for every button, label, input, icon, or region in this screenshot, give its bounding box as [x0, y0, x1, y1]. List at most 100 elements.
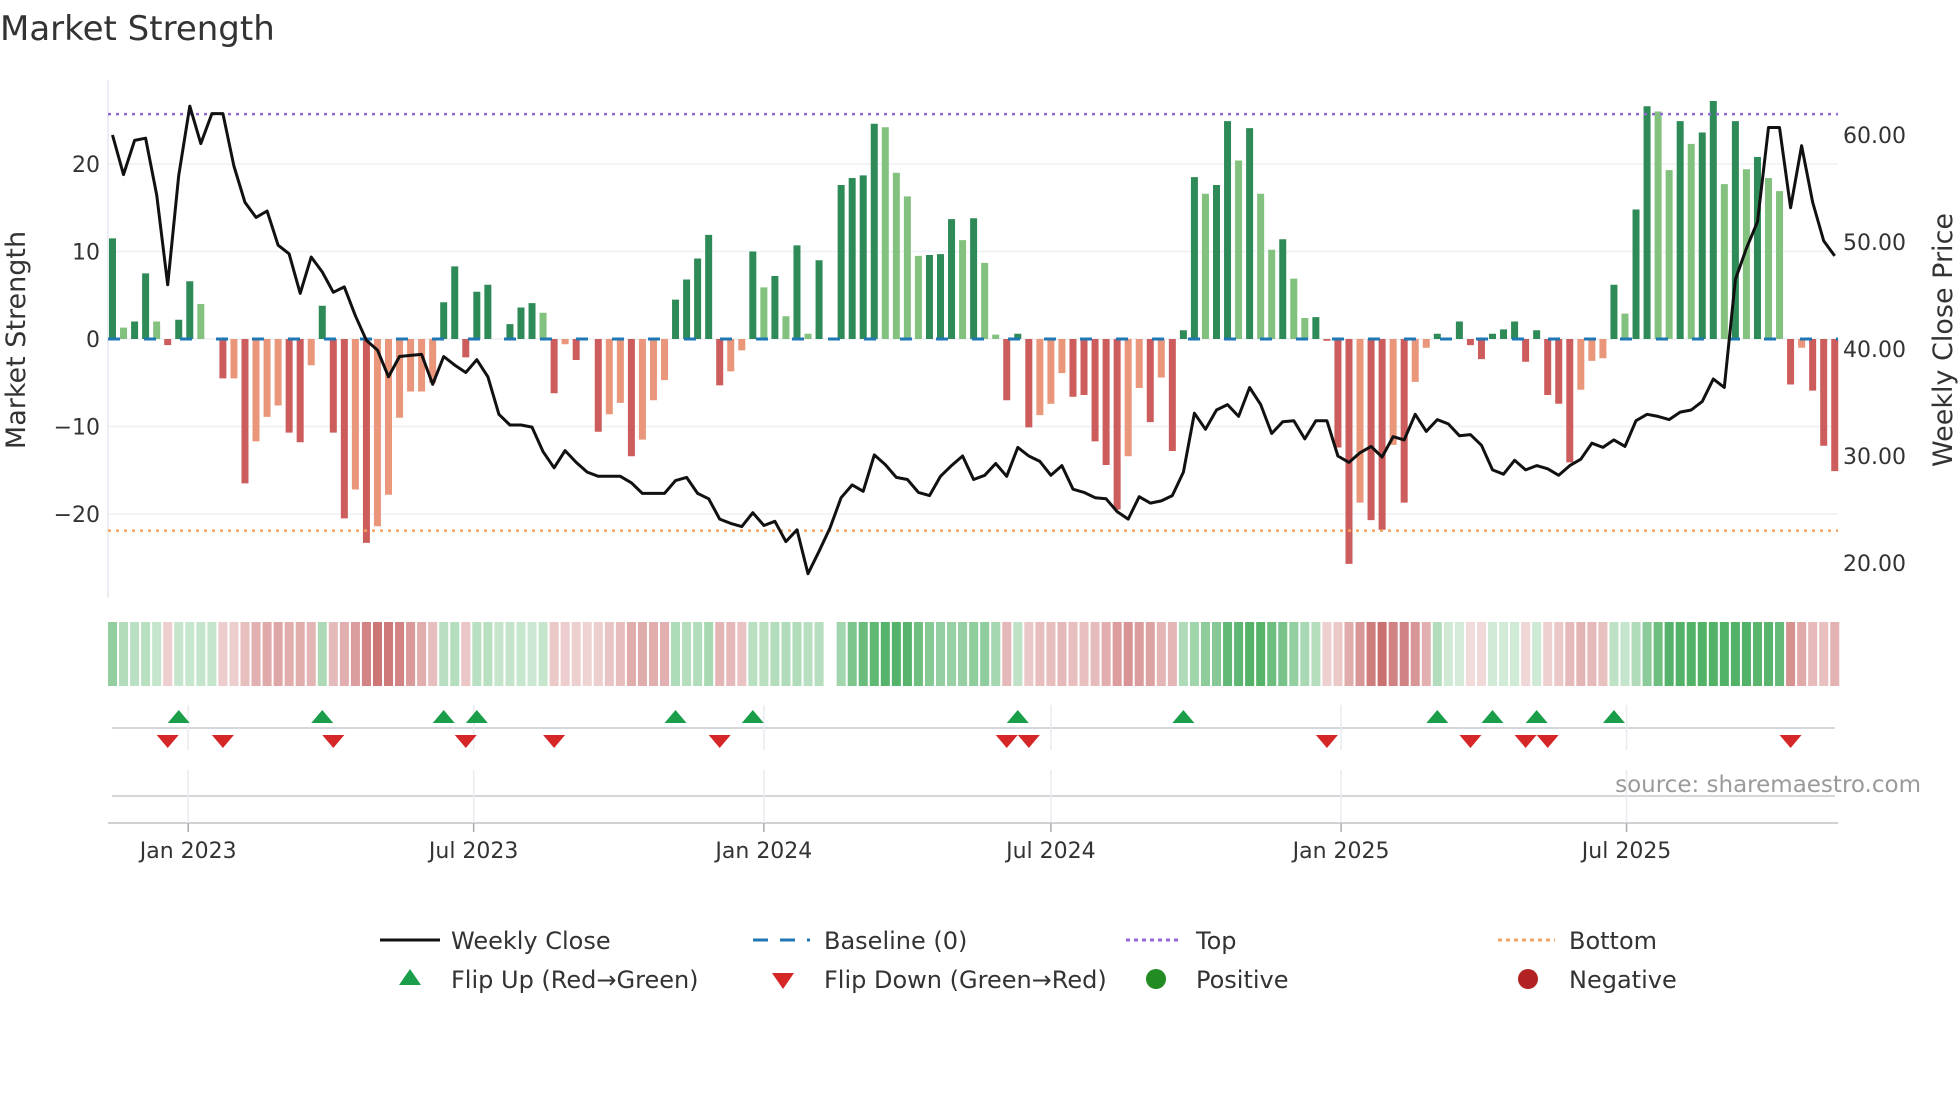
heat-cell — [450, 622, 460, 686]
positive-bar — [1246, 128, 1254, 339]
positive-bar — [1776, 191, 1784, 339]
negative-bar — [561, 339, 569, 345]
positive-bar — [782, 316, 790, 339]
negative-bar — [1058, 339, 1066, 374]
heat-cell — [483, 622, 493, 686]
flip-up-triangle-icon — [432, 710, 455, 723]
negative-bar — [594, 339, 602, 432]
heat-cell — [1664, 622, 1674, 686]
negative-bar — [1422, 339, 1430, 348]
right-axis-ticks: 60.00 50.00 40.00 30.00 20.00 — [1843, 124, 1906, 577]
positive-bar — [1257, 193, 1265, 339]
positive-bar — [1533, 330, 1541, 339]
heat-cell — [1388, 622, 1398, 686]
heat-cell — [1289, 622, 1299, 686]
heat-cell — [858, 622, 868, 686]
positive-bar — [992, 334, 1000, 339]
legend-item-bottom[interactable]: Bottom — [1498, 927, 1657, 955]
heat-cell — [1609, 622, 1619, 686]
heat-cell — [350, 622, 360, 686]
heat-cell — [1189, 622, 1199, 686]
lower-panel-grid — [108, 705, 1838, 832]
positive-bar — [1632, 209, 1640, 339]
legend-item-flip-up[interactable]: Flip Up (Red→Green) — [399, 966, 699, 994]
heat-cell — [902, 622, 912, 686]
flip-up-triangle-icon — [167, 710, 190, 723]
negative-bar — [616, 339, 624, 403]
heat-cell — [1443, 622, 1453, 686]
positive-bar — [1500, 329, 1508, 339]
flip-down-triangle-icon — [322, 735, 345, 748]
heat-cell — [1156, 622, 1166, 686]
heat-cell — [1112, 622, 1122, 686]
negative-bar — [1367, 339, 1375, 521]
legend-item-top[interactable]: Top — [1126, 927, 1237, 955]
x-tick-label: Jan 2025 — [1291, 839, 1390, 864]
positive-bar — [1511, 321, 1519, 339]
heat-cell — [1797, 622, 1807, 686]
heat-cell — [781, 622, 791, 686]
strength-heat-strip — [108, 622, 1840, 686]
y2-axis-title: Weekly Close Price — [1928, 213, 1959, 467]
positive-bar — [981, 262, 989, 339]
positive-bar — [473, 291, 481, 339]
legend-item-flip-down[interactable]: Flip Down (Green→Red) — [772, 966, 1107, 994]
heat-cell — [1697, 622, 1707, 686]
flip-down-triangle-icon — [1315, 735, 1338, 748]
negative-bar — [1135, 339, 1143, 388]
legend-label: Flip Down (Green→Red) — [824, 966, 1107, 994]
positive-bar — [1312, 317, 1320, 339]
heat-cell — [1057, 622, 1067, 686]
heat-cell — [1775, 622, 1785, 686]
flip-down-triangle-icon — [1017, 735, 1040, 748]
heat-cell — [1134, 622, 1144, 686]
legend-item-weekly-close[interactable]: Weekly Close — [380, 927, 611, 955]
heat-cell — [626, 622, 636, 686]
heat-cell — [1565, 622, 1575, 686]
heat-cell — [549, 622, 559, 686]
heat-cell — [1267, 622, 1277, 686]
heat-cell — [1046, 622, 1056, 686]
heat-cell — [604, 622, 614, 686]
heat-cell — [417, 622, 427, 686]
negative-bar — [1555, 339, 1563, 404]
positive-bar — [451, 266, 459, 339]
legend-item-positive[interactable]: Positive — [1146, 966, 1289, 994]
chart-title: Market Strength — [0, 9, 275, 49]
negative-bar — [1787, 339, 1795, 385]
heat-cell — [593, 622, 603, 686]
x-axis-ticks: Jan 2023 Jul 2023 Jan 2024 Jul 2024 Jan … — [138, 839, 1672, 864]
heat-cell — [317, 622, 327, 686]
positive-bar — [870, 123, 878, 339]
negative-bar — [285, 339, 293, 433]
heat-cell — [395, 622, 405, 686]
negative-bar — [572, 339, 580, 360]
negative-bar — [385, 339, 392, 495]
heat-cell — [891, 622, 901, 686]
legend-label: Negative — [1569, 966, 1677, 994]
y-tick-label: −10 — [54, 416, 100, 441]
positive-bar — [186, 281, 194, 339]
positive-bar — [848, 178, 856, 339]
negative-bar — [1466, 339, 1474, 346]
flip-up-triangle-icon — [1602, 710, 1625, 723]
positive-bar — [1621, 313, 1629, 339]
heat-cell — [1178, 622, 1188, 686]
heat-cell — [384, 622, 394, 686]
negative-bar — [252, 339, 260, 442]
heat-cell — [969, 622, 979, 686]
legend-item-baseline[interactable]: Baseline (0) — [753, 927, 967, 955]
heat-cell — [1399, 622, 1409, 686]
positive-bar — [672, 299, 680, 339]
negative-bar — [1003, 339, 1011, 401]
negative-bar — [219, 339, 227, 379]
flip-down-triangle-icon — [1536, 735, 1559, 748]
negative-bar — [1566, 339, 1574, 463]
legend-label: Top — [1195, 927, 1237, 955]
positive-bar — [517, 307, 525, 339]
positive-bar — [760, 287, 768, 339]
flip-down-triangle-icon — [543, 735, 566, 748]
y-tick-label: 20 — [72, 153, 100, 178]
x-tick-label: Jul 2024 — [1004, 839, 1096, 864]
legend-item-negative[interactable]: Negative — [1518, 966, 1677, 994]
